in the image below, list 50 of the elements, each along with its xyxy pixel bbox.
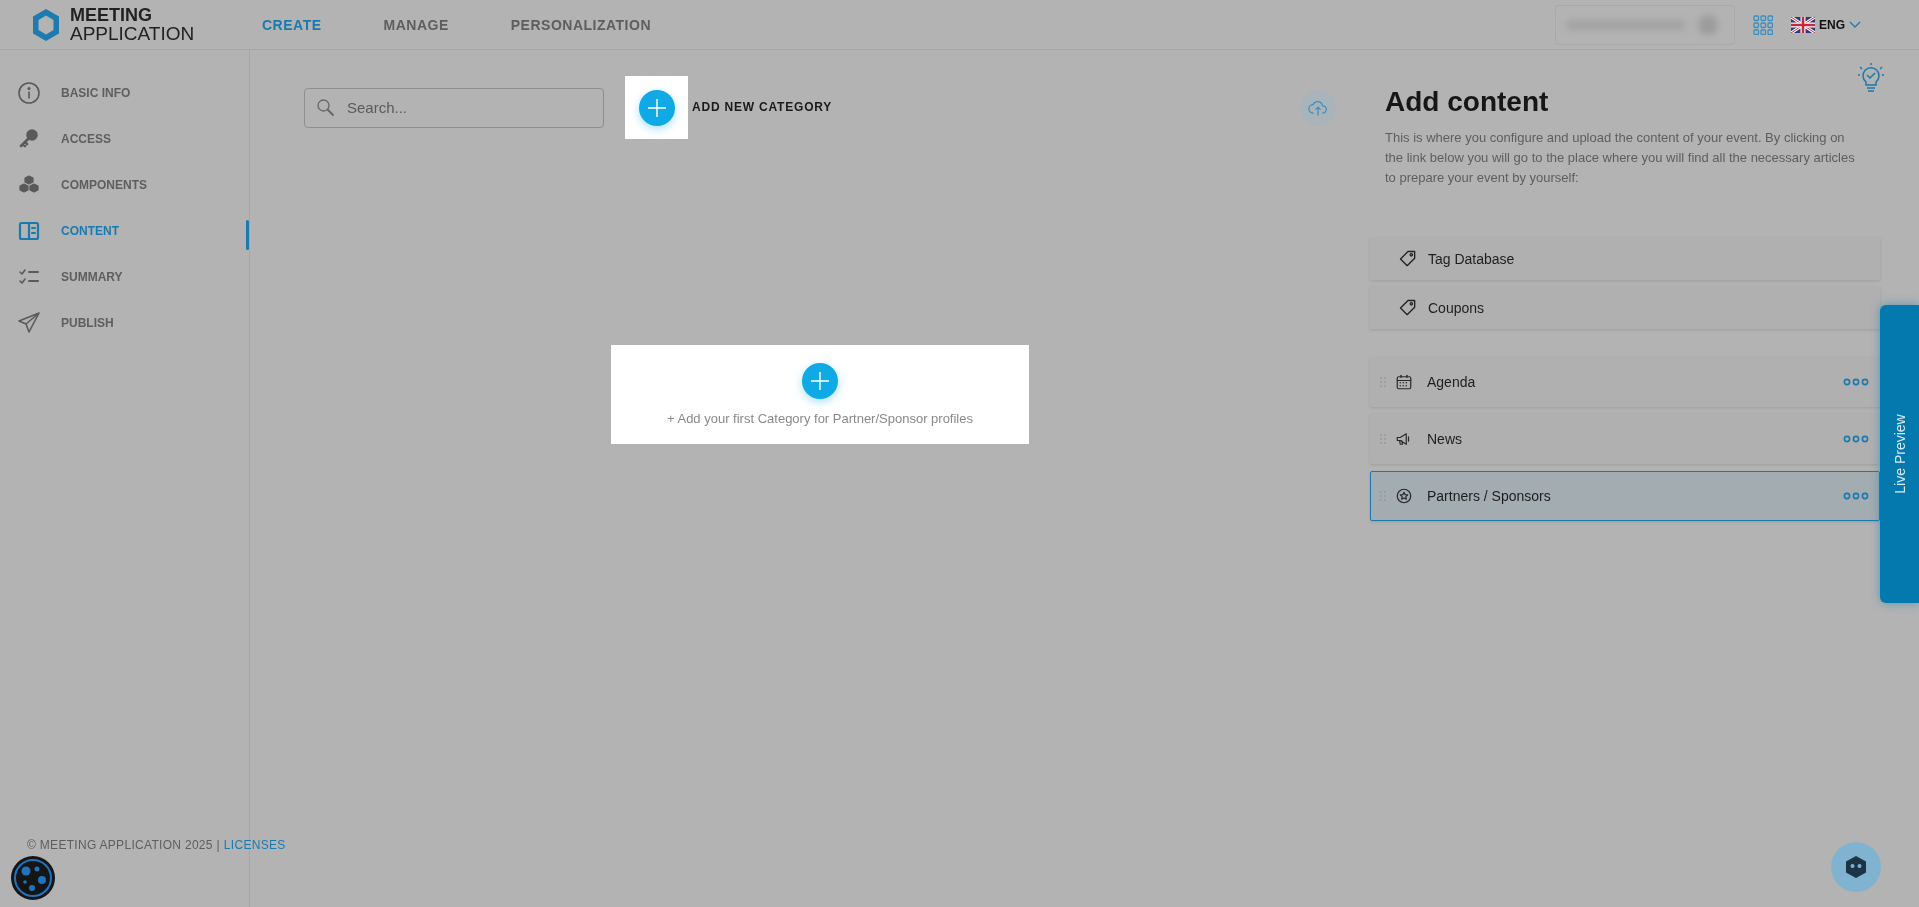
add-first-category-button[interactable] <box>802 363 838 399</box>
sidebar-item[interactable]: COMPONENTS <box>0 162 249 208</box>
chat-bot-button[interactable] <box>1831 842 1881 892</box>
info-icon <box>17 81 41 105</box>
search-field[interactable]: Search... <box>304 87 604 128</box>
add-category-label[interactable]: ADD NEW CATEGORY <box>692 99 833 114</box>
lightbulb-icon[interactable] <box>1857 62 1885 94</box>
link-card[interactable]: Tag Database <box>1370 238 1880 281</box>
paper-plane-icon <box>17 311 41 335</box>
sidebar-item[interactable]: ACCESS <box>0 116 249 162</box>
calendar-icon <box>1395 373 1413 392</box>
search-icon <box>316 97 336 118</box>
content-module-row[interactable]: Partners / Sponsors <box>1370 471 1880 522</box>
module-label: Partners / Sponsors <box>1427 488 1552 505</box>
nav-tab[interactable]: CREATE <box>262 16 322 33</box>
empty-state-text[interactable]: + Add your first Category for Partner/Sponsor profiles <box>667 411 973 426</box>
robot-icon <box>1843 854 1869 880</box>
licenses-link[interactable]: LICENSES <box>223 838 286 852</box>
live-preview-tab[interactable]: Live Preview <box>1880 305 1919 603</box>
uk-flag-icon <box>1791 16 1815 33</box>
panel-description: This is where you configure and upload the content of your event. By clicking on the link below you will go to the place where you will find all the necessary articles to prepare your event by yourself: <box>1385 129 1855 188</box>
module-label: Agenda <box>1427 374 1477 391</box>
hexagon-logo-icon <box>30 6 62 43</box>
upload-button[interactable] <box>1300 89 1336 126</box>
columns-icon <box>17 219 41 243</box>
language-selector[interactable]: ENG <box>1791 16 1861 33</box>
plus-icon <box>645 96 668 119</box>
nav-tab[interactable]: MANAGE <box>383 16 449 33</box>
sidebar-item[interactable]: SUMMARY <box>0 254 249 300</box>
cookie-settings-icon[interactable] <box>10 855 56 901</box>
link-card[interactable]: Coupons <box>1370 287 1880 330</box>
sidebar-item[interactable]: BASIC INFO <box>0 70 249 116</box>
more-options-icon[interactable] <box>1843 378 1869 387</box>
panel-title: Add content <box>1385 86 1550 118</box>
logo-text: MEETING <box>70 6 153 24</box>
sidebar-item[interactable]: CONTENT <box>0 208 249 254</box>
plus-icon <box>809 370 831 392</box>
add-category-plus-button[interactable] <box>638 89 675 126</box>
apps-grid-icon[interactable] <box>1753 14 1773 35</box>
sidebar-item[interactable]: PUBLISH <box>0 300 249 346</box>
copyright-text: © MEETING APPLICATION 2025 | <box>27 838 220 852</box>
content-module-row[interactable]: News <box>1370 414 1880 465</box>
cloud-upload-icon <box>1308 98 1328 117</box>
content-module-row[interactable]: Agenda <box>1370 357 1880 408</box>
more-options-icon[interactable] <box>1843 435 1869 444</box>
more-options-icon[interactable] <box>1843 492 1869 501</box>
nav-tab[interactable]: PERSONALIZATION <box>510 16 651 33</box>
module-label: News <box>1427 431 1463 448</box>
logo-text: APPLICATION <box>70 24 195 43</box>
chevron-down-icon <box>1849 20 1861 29</box>
